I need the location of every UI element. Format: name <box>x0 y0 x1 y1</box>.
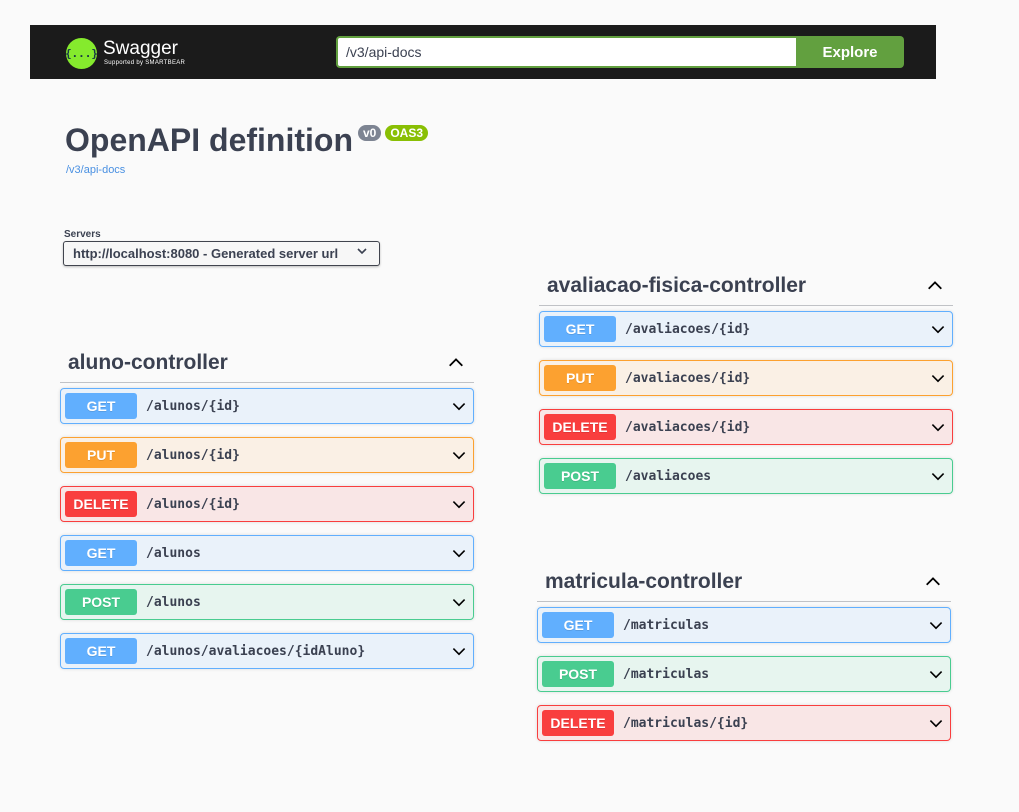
operation-put[interactable]: PUT/alunos/{id} <box>60 437 474 473</box>
operation-path: /alunos/avaliacoes/{idAluno} <box>146 643 366 659</box>
url-input[interactable] <box>336 36 796 68</box>
method-badge: DELETE <box>65 491 137 517</box>
operation-path: /matriculas <box>623 617 710 633</box>
method-badge: GET <box>544 316 616 342</box>
method-badge: GET <box>65 638 137 664</box>
tag-name: aluno-controller <box>68 350 228 374</box>
chevron-down-icon[interactable] <box>930 321 946 337</box>
operation-post[interactable]: POST/avaliacoes <box>539 458 953 494</box>
operation-get[interactable]: GET/alunos <box>60 535 474 571</box>
chevron-down-icon[interactable] <box>928 715 944 731</box>
topbar: {...} Swagger Supported by SMARTBEAR Exp… <box>30 25 936 79</box>
operation-path: /alunos <box>146 545 201 561</box>
operation-path: /avaliacoes/{id} <box>625 370 751 386</box>
chevron-up-icon[interactable] <box>923 572 943 592</box>
operation-get[interactable]: GET/avaliacoes/{id} <box>539 311 953 347</box>
tag-name: matricula-controller <box>545 569 743 593</box>
operation-post[interactable]: POST/alunos <box>60 584 474 620</box>
tag-header[interactable]: aluno-controller <box>60 343 474 383</box>
tag-matricula-controller: matricula-controller GET/matriculas POST/m… <box>537 562 951 754</box>
operation-path: /alunos <box>146 594 201 610</box>
tag-avaliacao-fisica-controller: avaliacao-fisica-controller GET/avaliacoe… <box>539 266 953 507</box>
oas-badge: OAS3 <box>385 125 429 141</box>
chevron-down-icon[interactable] <box>928 666 944 682</box>
operations-list: GET/alunos/{id} PUT/alunos/{id} DELETE/alu… <box>60 388 474 669</box>
chevron-down-icon[interactable] <box>451 643 467 659</box>
servers-select[interactable]: http://localhost:8080 - Generated server… <box>63 241 380 266</box>
operation-get[interactable]: GET/alunos/{id} <box>60 388 474 424</box>
method-badge: GET <box>542 612 614 638</box>
chevron-up-icon[interactable] <box>925 276 945 296</box>
tag-name: avaliacao-fisica-controller <box>547 273 807 297</box>
operations-list: GET/avaliacoes/{id} PUT/avaliacoes/{id} DE… <box>539 311 953 494</box>
method-badge: POST <box>542 661 614 687</box>
chevron-down-icon[interactable] <box>451 545 467 561</box>
spec-link[interactable]: /v3/api-docs <box>66 164 125 176</box>
chevron-down-icon[interactable] <box>451 398 467 414</box>
chevron-down-icon[interactable] <box>930 468 946 484</box>
method-badge: PUT <box>65 442 137 468</box>
chevron-down-icon[interactable] <box>930 370 946 386</box>
operation-path: /avaliacoes/{id} <box>625 321 751 337</box>
chevron-up-icon[interactable] <box>446 353 466 373</box>
method-badge: POST <box>65 589 137 615</box>
operation-path: /alunos/{id} <box>146 496 240 512</box>
tag-header[interactable]: avaliacao-fisica-controller <box>539 266 953 306</box>
chevron-down-icon[interactable] <box>928 617 944 633</box>
chevron-down-icon[interactable] <box>451 447 467 463</box>
chevron-down-icon <box>357 245 367 259</box>
operation-path: /avaliacoes <box>625 468 712 484</box>
operations-list: GET/matriculas POST/matriculas DELETE/matr… <box>537 607 951 741</box>
method-badge: POST <box>544 463 616 489</box>
operation-get[interactable]: GET/matriculas <box>537 607 951 643</box>
url-form: Explore <box>336 36 904 68</box>
version-badge: v0 <box>357 125 382 141</box>
chevron-down-icon[interactable] <box>451 594 467 610</box>
tag-aluno-controller: aluno-controller GET/alunos/{id} PUT/aluno… <box>60 343 474 682</box>
logo-subtitle: Supported by SMARTBEAR <box>104 60 186 66</box>
servers-label: Servers <box>64 229 101 240</box>
chevron-down-icon[interactable] <box>930 419 946 435</box>
operation-path: /alunos/{id} <box>146 447 240 463</box>
operation-put[interactable]: PUT/avaliacoes/{id} <box>539 360 953 396</box>
tag-header[interactable]: matricula-controller <box>537 562 951 602</box>
operation-path: /avaliacoes/{id} <box>625 419 751 435</box>
method-badge: DELETE <box>544 414 616 440</box>
chevron-down-icon[interactable] <box>451 496 467 512</box>
swagger-logo-icon: {...} <box>65 37 98 69</box>
explore-button[interactable]: Explore <box>796 36 904 68</box>
method-badge: DELETE <box>542 710 614 736</box>
operation-path: /matriculas <box>623 666 710 682</box>
logo-title: Swagger <box>103 38 178 59</box>
swagger-logo[interactable]: {...} Swagger Supported by SMARTBEAR <box>65 35 186 71</box>
operation-post[interactable]: POST/matriculas <box>537 656 951 692</box>
api-title: OpenAPI definition <box>65 122 353 158</box>
method-badge: GET <box>65 540 137 566</box>
operation-delete[interactable]: DELETE/avaliacoes/{id} <box>539 409 953 445</box>
method-badge: GET <box>65 393 137 419</box>
operation-delete[interactable]: DELETE/matriculas/{id} <box>537 705 951 741</box>
operation-delete[interactable]: DELETE/alunos/{id} <box>60 486 474 522</box>
operation-path: /matriculas/{id} <box>623 715 749 731</box>
operation-get[interactable]: GET/alunos/avaliacoes/{idAluno} <box>60 633 474 669</box>
page-title: OpenAPI definition v0 OAS3 <box>65 122 429 159</box>
servers-selected-value: http://localhost:8080 - Generated server… <box>73 246 339 261</box>
operation-path: /alunos/{id} <box>146 398 240 414</box>
method-badge: PUT <box>544 365 616 391</box>
